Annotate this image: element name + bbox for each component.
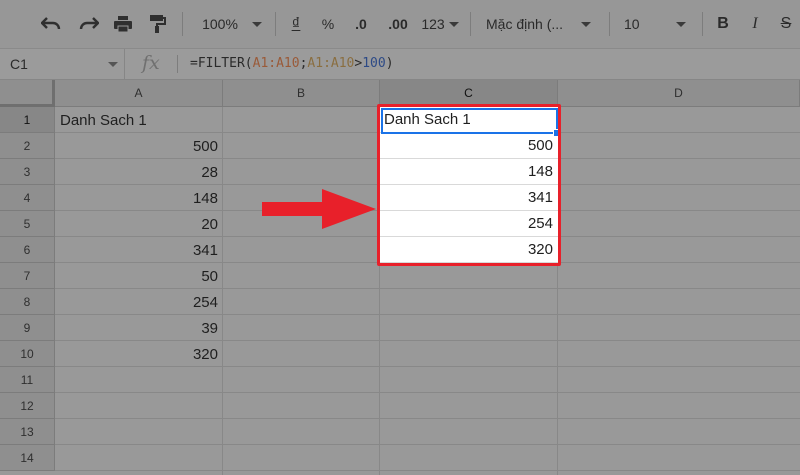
cell-a10[interactable]: 320 bbox=[55, 341, 223, 367]
cell-a4[interactable]: 148 bbox=[55, 185, 223, 211]
column-header-a[interactable]: A bbox=[55, 80, 223, 107]
redo-icon bbox=[79, 17, 99, 30]
column-header-d[interactable]: D bbox=[558, 80, 800, 107]
gridline bbox=[55, 418, 800, 419]
italic-button[interactable]: I bbox=[743, 10, 767, 38]
formula-close: ) bbox=[385, 56, 394, 71]
formula-input[interactable]: =FILTER(A1:A10;A1:A10>100) bbox=[190, 56, 394, 71]
chevron-down-icon bbox=[675, 21, 686, 27]
cell-a3[interactable]: 28 bbox=[55, 159, 223, 185]
font-family-select[interactable]: Mặc định (... bbox=[486, 10, 600, 38]
font-size-value: 10 bbox=[624, 16, 640, 32]
cell-a5[interactable]: 20 bbox=[55, 211, 223, 237]
cell-reference: C1 bbox=[10, 56, 28, 72]
currency-format-button[interactable]: ₫ bbox=[284, 10, 308, 38]
gridline bbox=[55, 444, 800, 445]
print-button[interactable] bbox=[108, 10, 138, 38]
cell-a1[interactable]: Danh Sach 1 bbox=[55, 107, 223, 133]
formula-number: 100 bbox=[362, 56, 386, 71]
chevron-down-icon bbox=[581, 21, 592, 27]
redo-button[interactable] bbox=[74, 10, 104, 38]
paint-format-button[interactable] bbox=[142, 10, 172, 38]
arrow-right-icon bbox=[262, 189, 376, 229]
toolbar-divider bbox=[182, 12, 183, 36]
row-header-10[interactable]: 10 bbox=[0, 341, 55, 367]
row-header-11[interactable]: 11 bbox=[0, 367, 55, 393]
font-size-select[interactable]: 10 bbox=[624, 10, 692, 38]
toolbar-divider bbox=[702, 12, 703, 36]
row-header-9[interactable]: 9 bbox=[0, 315, 55, 341]
undo-icon bbox=[41, 17, 61, 30]
toolbar: 100% ₫ % .0 .00 123 Mặc định (... 10 B I… bbox=[0, 0, 800, 49]
toolbar-divider bbox=[470, 12, 471, 36]
row-header-12[interactable]: 12 bbox=[0, 393, 55, 419]
decrease-decimal-button[interactable]: .0 bbox=[348, 10, 374, 38]
highlight-box bbox=[377, 104, 561, 266]
fx-icon: fx bbox=[142, 52, 160, 74]
cell-a9[interactable]: 39 bbox=[55, 315, 223, 341]
more-formats-select[interactable]: 123 bbox=[419, 10, 461, 38]
formula-range-2: A1:A10 bbox=[307, 56, 355, 71]
row-header-14[interactable]: 14 bbox=[0, 445, 55, 471]
bold-button[interactable]: B bbox=[711, 10, 735, 38]
chevron-down-icon bbox=[448, 21, 459, 27]
print-icon bbox=[114, 16, 132, 33]
percent-format-button[interactable]: % bbox=[316, 10, 340, 38]
undo-button[interactable] bbox=[36, 10, 66, 38]
row-header-2[interactable]: 2 bbox=[0, 133, 55, 159]
row-header-5[interactable]: 5 bbox=[0, 211, 55, 237]
row-header-4[interactable]: 4 bbox=[0, 185, 55, 211]
column-header-b[interactable]: B bbox=[223, 80, 380, 107]
chevron-down-icon bbox=[108, 62, 118, 67]
zoom-value: 100% bbox=[202, 16, 238, 32]
select-all-corner[interactable] bbox=[0, 80, 55, 107]
zoom-select[interactable]: 100% bbox=[196, 10, 268, 38]
row-header-7[interactable]: 7 bbox=[0, 263, 55, 289]
cell-a6[interactable]: 341 bbox=[55, 237, 223, 263]
row-header-13[interactable]: 13 bbox=[0, 419, 55, 445]
formula-bar: C1 fx =FILTER(A1:A10;A1:A10>100) bbox=[0, 49, 800, 80]
name-box[interactable]: C1 bbox=[0, 49, 125, 79]
cell-a2[interactable]: 500 bbox=[55, 133, 223, 159]
formula-divider bbox=[177, 55, 178, 73]
row-header-6[interactable]: 6 bbox=[0, 237, 55, 263]
row-header-3[interactable]: 3 bbox=[0, 159, 55, 185]
row-header-1[interactable]: 1 bbox=[0, 107, 55, 133]
increase-decimal-button[interactable]: .00 bbox=[383, 10, 413, 38]
font-family-value: Mặc định (... bbox=[486, 16, 564, 32]
gridline bbox=[55, 470, 800, 471]
gridline bbox=[55, 392, 800, 393]
formula-range-1: A1:A10 bbox=[252, 56, 300, 71]
more-formats-label: 123 bbox=[421, 16, 445, 32]
formula-prefix: =FILTER( bbox=[190, 56, 253, 71]
paint-format-icon bbox=[150, 15, 166, 33]
chevron-down-icon bbox=[251, 21, 262, 27]
toolbar-divider bbox=[609, 12, 610, 36]
strikethrough-button[interactable]: S bbox=[774, 10, 798, 38]
toolbar-divider bbox=[275, 12, 276, 36]
cell-a7[interactable]: 50 bbox=[55, 263, 223, 289]
row-header-8[interactable]: 8 bbox=[0, 289, 55, 315]
cell-a8[interactable]: 254 bbox=[55, 289, 223, 315]
column-header-c[interactable]: C bbox=[380, 80, 558, 107]
